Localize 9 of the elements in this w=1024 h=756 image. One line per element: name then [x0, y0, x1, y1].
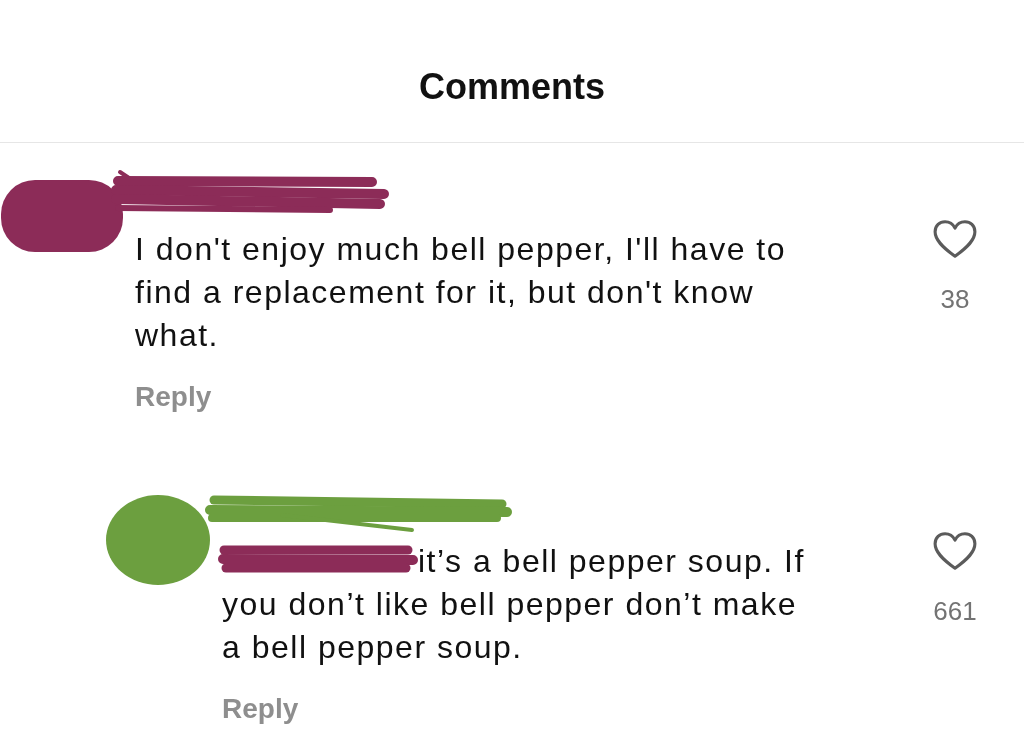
heart-icon[interactable] [933, 220, 977, 258]
heart-icon[interactable] [933, 532, 977, 570]
like-count: 661 [933, 596, 977, 626]
like-count: 38 [940, 284, 970, 314]
reply-link[interactable]: Reply [222, 692, 299, 726]
comment-text: I don't enjoy much bell pepper, I'll have to find a replacement for it, but don't know what. [135, 230, 788, 355]
page-title: Comments [419, 65, 605, 109]
comment-text: it’s a bell pepper soup. If you don’t like bell pepper don’t make a bell pepper soup. [222, 542, 806, 667]
reply-link[interactable]: Reply [135, 380, 212, 414]
